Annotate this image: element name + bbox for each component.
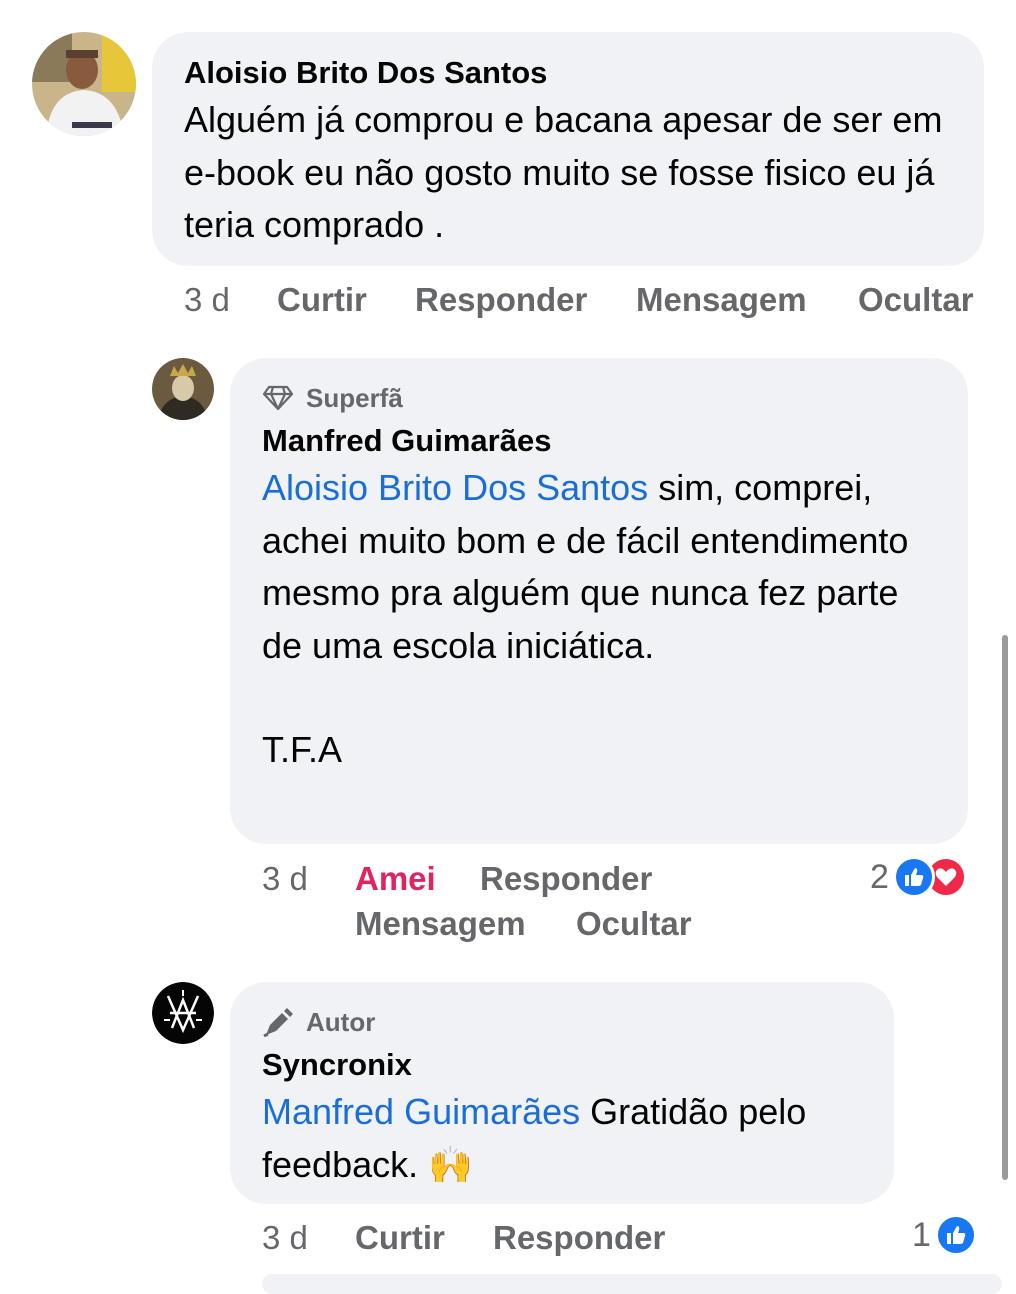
reaction-count: 2 xyxy=(870,857,889,896)
reply-actions: 3 d Curtir Responder xyxy=(262,1219,762,1259)
reply-button[interactable]: Responder xyxy=(415,281,587,319)
hide-button[interactable]: Ocultar xyxy=(576,905,692,943)
pen-icon xyxy=(263,1008,293,1037)
comment-time[interactable]: 3 d xyxy=(184,281,230,319)
reply-bubble: Superfã Manfred Guimarães Aloisio Brito … xyxy=(230,358,968,844)
reaction-count: 1 xyxy=(912,1215,931,1254)
like-icon xyxy=(934,1214,977,1256)
avatar-syncronix[interactable] xyxy=(152,982,214,1044)
message-button[interactable]: Mensagem xyxy=(355,905,526,943)
reply-time[interactable]: 3 d xyxy=(262,1219,308,1257)
badge-label: Superfã xyxy=(306,382,403,413)
like-button[interactable]: Curtir xyxy=(355,1219,445,1257)
hide-button[interactable]: Ocultar xyxy=(858,281,974,319)
comment-actions: 3 d Curtir Responder Mensagem Ocultar xyxy=(184,281,984,321)
reply-button[interactable]: Responder xyxy=(493,1219,665,1257)
comment-bubble: Aloisio Brito Dos Santos Alguém já compr… xyxy=(152,32,984,266)
reply-text: Manfred Guimarães Gratidão pelo feedback… xyxy=(262,1086,862,1191)
like-icon xyxy=(892,856,935,898)
reaction-summary[interactable]: 1 xyxy=(912,1214,977,1256)
next-comment-edge xyxy=(262,1274,1002,1294)
reply-button[interactable]: Responder xyxy=(480,860,652,898)
reply-actions: 3 d Amei Responder Mensagem Ocultar xyxy=(262,860,862,950)
comment-author[interactable]: Aloisio Brito Dos Santos xyxy=(184,54,952,92)
like-button[interactable]: Curtir xyxy=(277,281,367,319)
avatar-aloisio[interactable] xyxy=(32,32,136,136)
message-button[interactable]: Mensagem xyxy=(636,281,807,319)
love-reaction-button[interactable]: Amei xyxy=(355,860,436,898)
diamond-icon xyxy=(262,385,294,411)
reply-author[interactable]: Syncronix xyxy=(262,1046,862,1084)
reply-time[interactable]: 3 d xyxy=(262,860,308,898)
badge-label: Autor xyxy=(306,1006,376,1037)
avatar-manfred[interactable] xyxy=(152,358,214,420)
reply-bubble: Autor Syncronix Manfred Guimarães Gratid… xyxy=(230,982,894,1204)
comment-text: Alguém já comprou e bacana apesar de ser… xyxy=(184,99,943,245)
superfan-badge: Superfã xyxy=(262,378,936,418)
reply-text: Aloisio Brito Dos Santos sim, comprei, a… xyxy=(262,462,936,672)
mention-link[interactable]: Manfred Guimarães xyxy=(262,1091,580,1132)
reply-author[interactable]: Manfred Guimarães xyxy=(262,422,936,460)
reply-signature: T.F.A xyxy=(262,729,343,770)
author-badge: Autor xyxy=(262,1002,862,1042)
scrollbar[interactable] xyxy=(1002,635,1008,1180)
mention-link[interactable]: Aloisio Brito Dos Santos xyxy=(262,467,648,508)
reaction-summary[interactable]: 2 xyxy=(870,856,967,898)
